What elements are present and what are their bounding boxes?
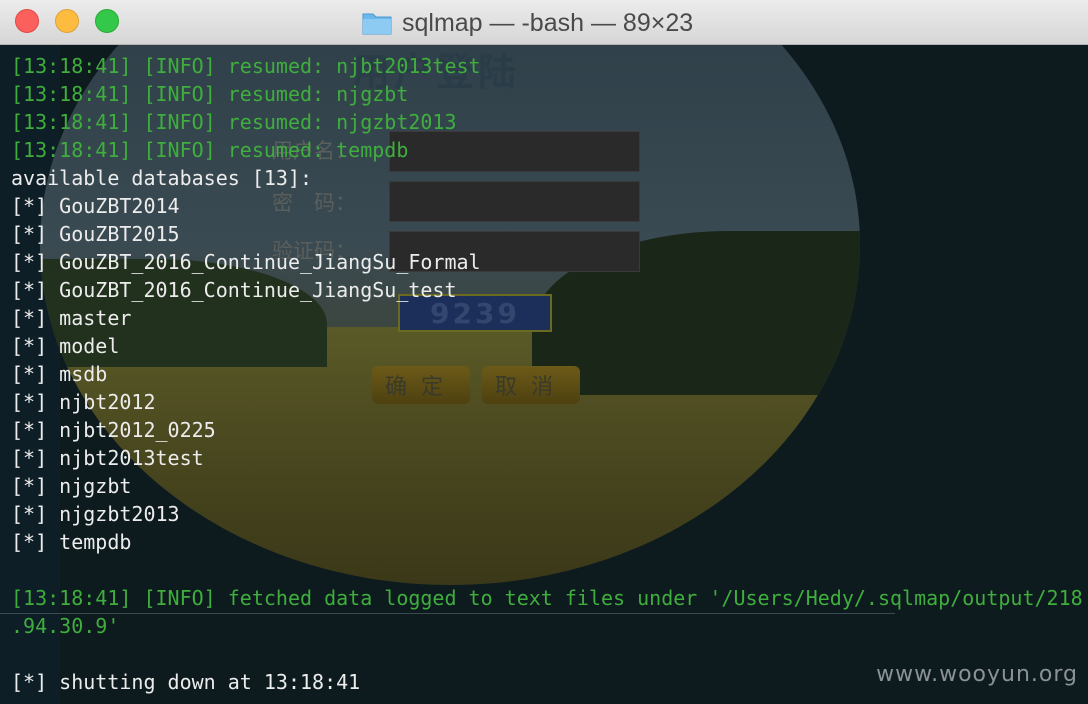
- terminal-line: [13:18:41] [INFO] resumed: njgzbt: [11, 82, 409, 106]
- terminal-line: [13:18:41] [INFO] resumed: tempdb: [11, 138, 409, 162]
- terminal-line: available databases [13]:: [11, 166, 313, 190]
- terminal-line: [*] njbt2012: [11, 390, 156, 414]
- terminal-line: [*] njgzbt2013: [11, 502, 180, 526]
- terminal-line: .94.30.9': [11, 614, 120, 638]
- close-window-button[interactable]: [15, 9, 39, 33]
- watermark-text: www.wooyun.org: [876, 662, 1078, 687]
- terminal-line: [*] njgzbt: [11, 474, 132, 498]
- terminal-line: [*] tempdb: [11, 530, 132, 554]
- terminal-line: [*] GouZBT_2016_Continue_JiangSu_test: [11, 278, 457, 302]
- terminal-line: [*] GouZBT2015: [11, 222, 180, 246]
- terminal-line: [*] GouZBT_2016_Continue_JiangSu_Formal: [11, 250, 481, 274]
- terminal-line: [*] njbt2013test: [11, 446, 204, 470]
- folder-icon: [362, 13, 392, 35]
- window-title: sqlmap — -bash — 89×23: [362, 6, 693, 40]
- terminal-line: [*] master: [11, 306, 132, 330]
- zoom-window-button[interactable]: [95, 9, 119, 33]
- terminal-window: sqlmap — -bash — 89×23 用户登陆 用户名： 密 码： 验证…: [0, 0, 1088, 704]
- terminal-output[interactable]: [13:18:41] [INFO] resumed: njbt2013test […: [11, 52, 1083, 694]
- terminal-line: [13:18:41] [INFO] resumed: njbt2013test: [11, 54, 481, 78]
- window-title-text: sqlmap — -bash — 89×23: [402, 8, 694, 37]
- terminal-line: [*] model: [11, 334, 120, 358]
- minimize-window-button[interactable]: [55, 9, 79, 33]
- terminal-line: [*] njbt2012_0225: [11, 418, 216, 442]
- terminal-line: [13:18:41] [INFO] resumed: njgzbt2013: [11, 110, 457, 134]
- terminal-line: [*] GouZBT2014: [11, 194, 180, 218]
- title-bar[interactable]: sqlmap — -bash — 89×23: [0, 0, 1088, 45]
- terminal-line: [*] msdb: [11, 362, 108, 386]
- terminal-line: [13:18:41] [INFO] fetched data logged to…: [11, 586, 1083, 610]
